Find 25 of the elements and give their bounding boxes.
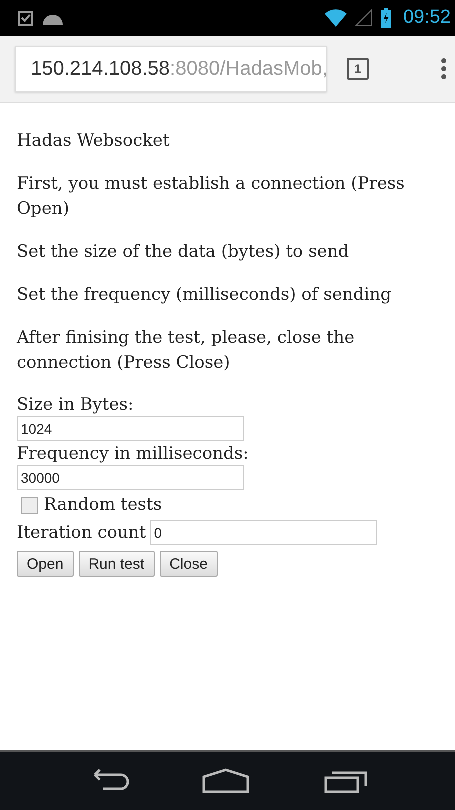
iteration-field[interactable]: 0 <box>150 520 378 545</box>
address-field[interactable]: 150.214.108.58:8080/HadasMob, <box>15 46 327 92</box>
size-field[interactable]: 1024 <box>17 416 244 441</box>
instruction-text: Set the frequency (milliseconds) of sending <box>17 284 392 307</box>
action-button[interactable]: Open <box>17 551 74 577</box>
clipboard-icon <box>16 9 34 27</box>
frequency-field[interactable]: 30000 <box>17 465 244 490</box>
iteration-label: Iteration count <box>17 522 146 542</box>
instruction-text: Set the size of the data (bytes) to send <box>17 241 350 264</box>
battery-icon <box>381 8 392 28</box>
signal-icon <box>355 9 374 27</box>
size-label: Size in Bytes: <box>17 394 135 416</box>
instruction-text: After finising the test, please, close the connection (Press Close) <box>17 327 356 375</box>
home-icon[interactable] <box>202 768 250 794</box>
random-tests-checkbox[interactable] <box>21 496 38 514</box>
frequency-label: Frequency in milliseconds: <box>17 443 250 465</box>
tab-count-button[interactable]: 1 <box>347 58 369 80</box>
clock-time: 09:52 <box>403 7 451 29</box>
instruction-text: First, you must establish a connection (Press Open) <box>17 173 406 221</box>
random-tests-label: Random tests <box>44 494 162 516</box>
action-button[interactable]: Run test <box>78 551 155 577</box>
page-title: Hadas Websocket <box>17 130 171 153</box>
wifi-icon <box>325 9 348 27</box>
menu-icon[interactable] <box>441 58 447 80</box>
action-button[interactable]: Close <box>160 551 218 577</box>
